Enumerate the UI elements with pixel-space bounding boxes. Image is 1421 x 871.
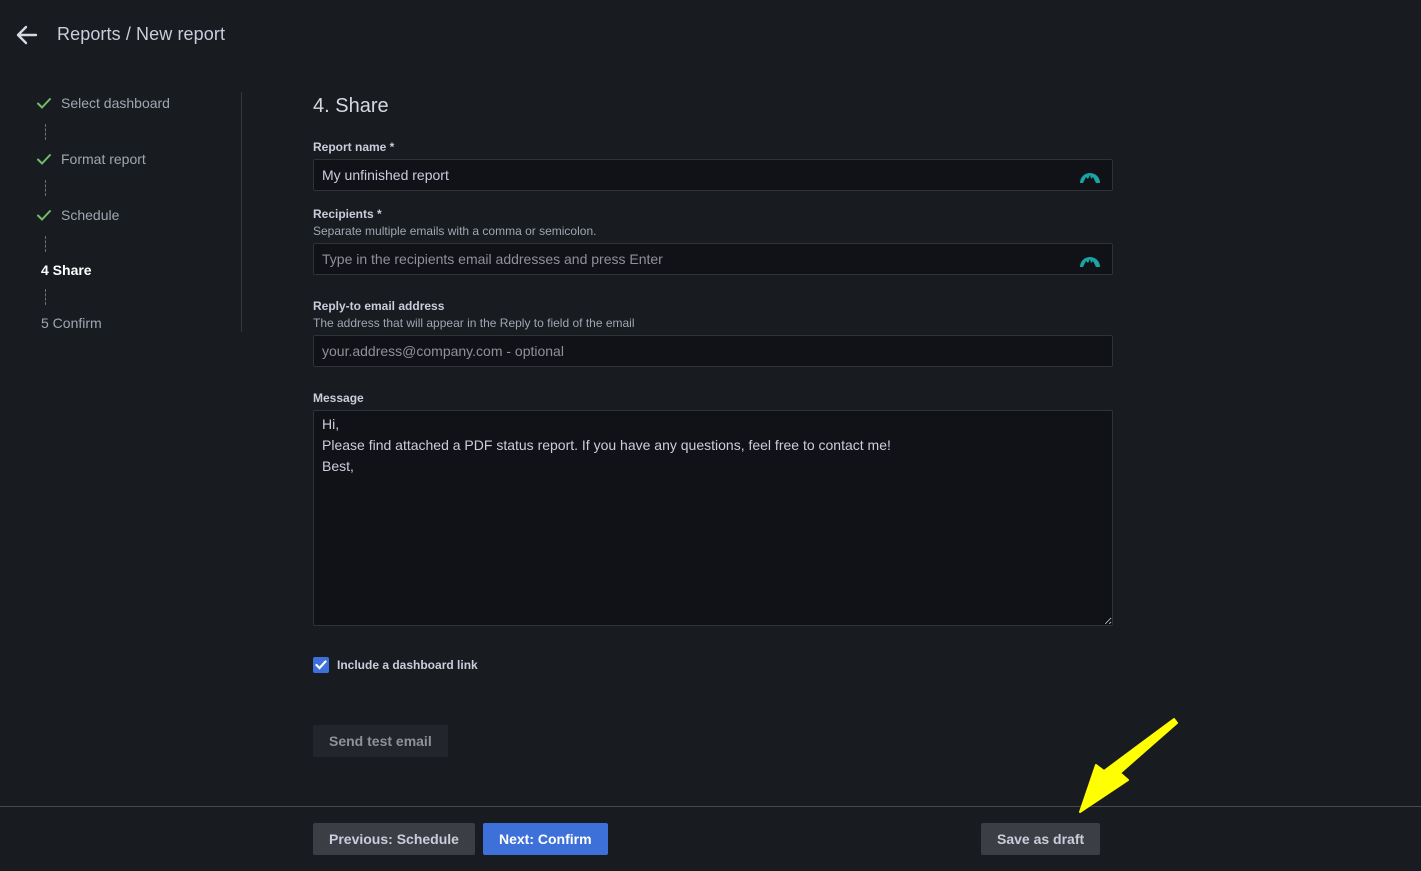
step-format-report[interactable]: Format report bbox=[36, 149, 146, 169]
recipients-description: Separate multiple emails with a comma or… bbox=[313, 224, 597, 238]
step-share[interactable]: 4 Share bbox=[41, 260, 92, 280]
step-label: Format report bbox=[61, 151, 146, 167]
recipients-label: Recipients * bbox=[313, 207, 382, 221]
reply-to-input[interactable] bbox=[313, 335, 1113, 367]
check-icon bbox=[36, 96, 54, 110]
step-connector bbox=[45, 236, 46, 252]
page-header: Reports / New report bbox=[0, 0, 1421, 70]
page-title: 4. Share bbox=[313, 95, 389, 117]
report-stepper: Select dashboard Format report Schedule … bbox=[36, 92, 242, 332]
reply-to-description: The address that will appear in the Repl… bbox=[313, 316, 635, 330]
check-icon bbox=[315, 660, 327, 670]
step-label: 4 Share bbox=[41, 262, 92, 278]
step-label: Select dashboard bbox=[61, 95, 170, 111]
step-select-dashboard[interactable]: Select dashboard bbox=[36, 93, 170, 113]
check-icon bbox=[36, 152, 54, 166]
new-report-page: Reports / New report Select dashboard Fo… bbox=[0, 0, 1421, 871]
password-manager-icon[interactable] bbox=[1079, 250, 1101, 268]
message-textarea[interactable] bbox=[313, 410, 1113, 626]
step-connector bbox=[45, 124, 46, 140]
back-button[interactable] bbox=[14, 22, 40, 48]
previous-button[interactable]: Previous: Schedule bbox=[313, 823, 475, 855]
report-name-input[interactable] bbox=[313, 159, 1113, 191]
step-schedule[interactable]: Schedule bbox=[36, 205, 119, 225]
step-label: 5 Confirm bbox=[41, 315, 102, 331]
include-dashboard-link-label: Include a dashboard link bbox=[337, 658, 478, 672]
recipients-input[interactable] bbox=[313, 243, 1113, 275]
step-connector bbox=[45, 180, 46, 196]
annotation-arrow-icon bbox=[1079, 718, 1178, 813]
send-test-email-button[interactable]: Send test email bbox=[313, 725, 448, 757]
save-draft-button[interactable]: Save as draft bbox=[981, 823, 1101, 855]
report-name-label: Report name * bbox=[313, 140, 395, 154]
step-connector bbox=[45, 289, 46, 305]
include-dashboard-link-checkbox[interactable]: Include a dashboard link bbox=[313, 657, 478, 673]
checkbox-checked[interactable] bbox=[313, 657, 329, 673]
password-manager-icon[interactable] bbox=[1079, 166, 1101, 184]
footer-divider bbox=[0, 806, 1421, 807]
step-label: Schedule bbox=[61, 207, 120, 223]
step-confirm[interactable]: 5 Confirm bbox=[41, 313, 102, 333]
message-label: Message bbox=[313, 391, 364, 405]
next-button[interactable]: Next: Confirm bbox=[483, 823, 608, 855]
arrow-left-icon bbox=[16, 25, 38, 45]
breadcrumb: Reports / New report bbox=[57, 24, 226, 44]
reply-to-label: Reply-to email address bbox=[313, 299, 445, 313]
check-icon bbox=[36, 208, 54, 222]
